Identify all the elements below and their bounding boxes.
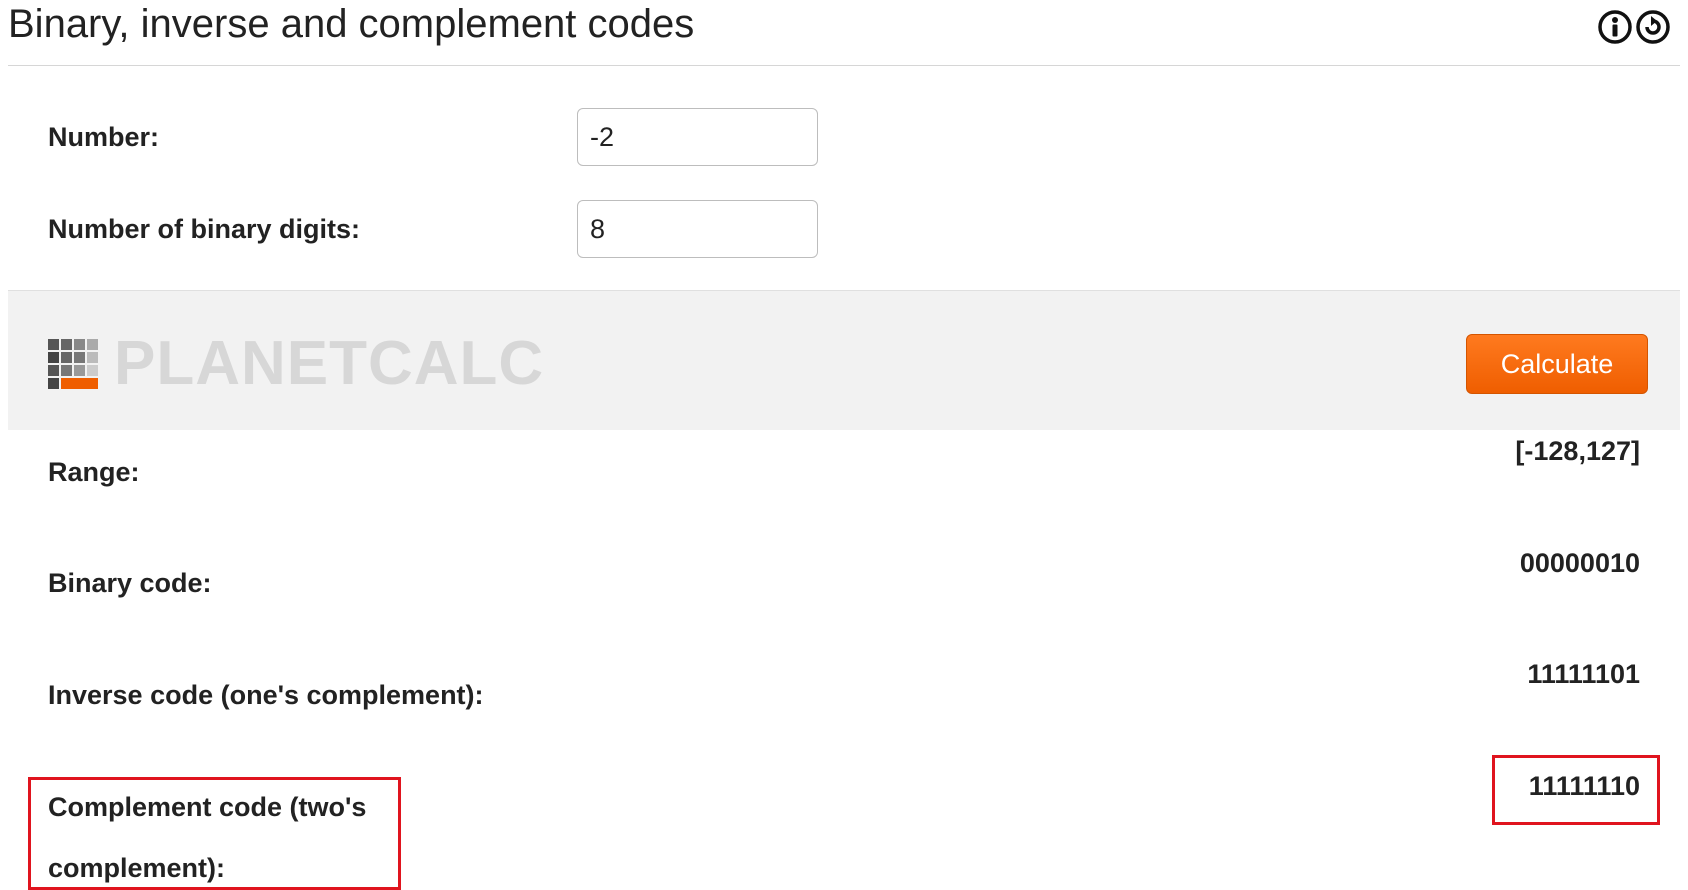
binary-code-value: 00000010 xyxy=(1519,548,1640,578)
digits-label: Number of binary digits: xyxy=(48,214,361,244)
refresh-icon[interactable] xyxy=(1636,10,1670,44)
complement-value-highlight xyxy=(1492,755,1660,825)
planetcalc-logo: PLANETCALC xyxy=(48,333,544,395)
binary-code-label: Binary code: xyxy=(48,568,212,598)
info-icon[interactable] xyxy=(1598,10,1632,44)
inverse-code-value: 11111101 xyxy=(1527,659,1640,689)
planetcalc-logo-icon xyxy=(48,339,98,389)
page-title: Binary, inverse and complement codes xyxy=(8,2,695,46)
range-label: Range: xyxy=(48,457,140,487)
calculator-page: Binary, inverse and complement codes Num… xyxy=(0,0,1688,890)
complement-label-highlight xyxy=(28,777,401,890)
inverse-code-label: Inverse code (one's complement): xyxy=(48,680,484,710)
digits-input[interactable] xyxy=(577,200,818,258)
brand-name: PLANETCALC xyxy=(114,329,545,398)
range-value: [-128,127] xyxy=(1515,436,1640,466)
calculate-button[interactable]: Calculate xyxy=(1466,334,1648,394)
header-icons xyxy=(1598,10,1670,44)
calculate-bar: PLANETCALC Calculate xyxy=(8,290,1680,430)
title-divider xyxy=(8,65,1680,66)
number-label: Number: xyxy=(48,122,160,152)
number-input[interactable] xyxy=(577,108,818,166)
